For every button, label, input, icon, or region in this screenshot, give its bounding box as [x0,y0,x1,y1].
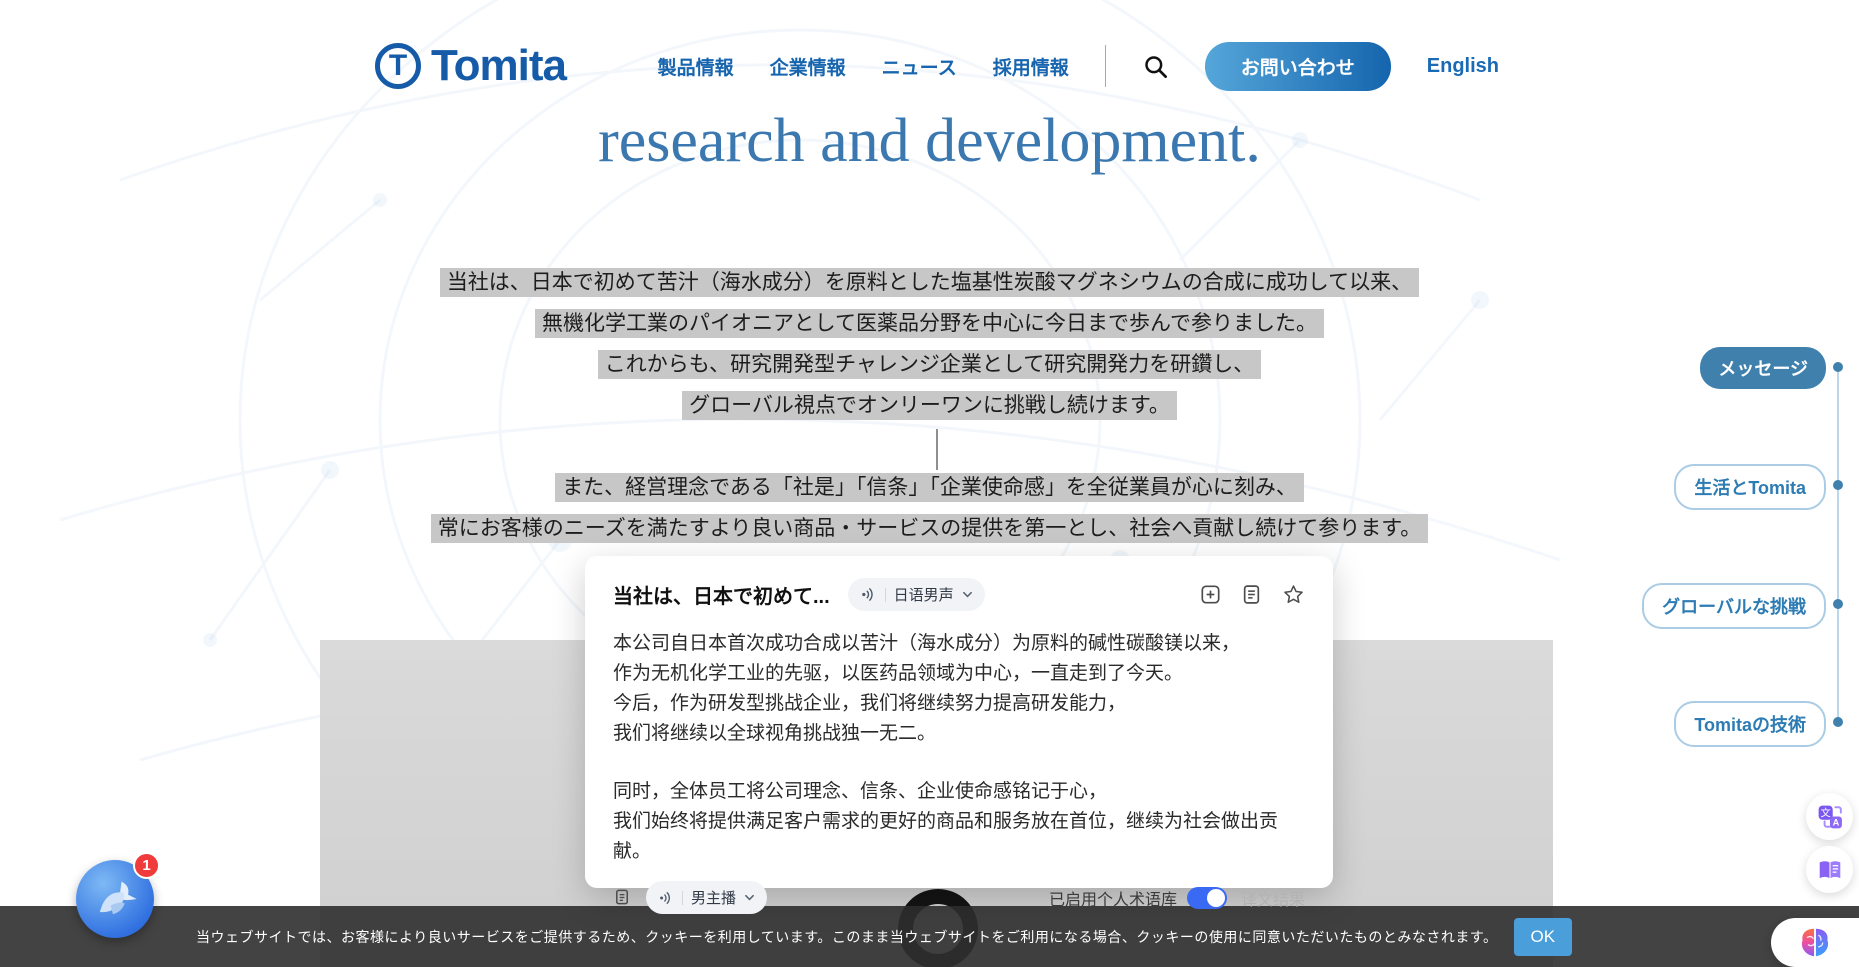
nav-link-company[interactable]: 企業情報 [770,53,846,80]
translate-tool-button[interactable]: 文 A [1806,793,1853,840]
result-label: 译文结果 [1241,886,1305,910]
message-paragraph-1: 当社は、日本で初めて苦汁（海水成分）を原料とした塩基性炭酸マグネシウムの合成に成… [0,262,1859,426]
popup-actions [1200,583,1305,606]
speaker-icon [658,890,674,906]
pill-divider [885,588,886,602]
glossary-toggle[interactable] [1187,887,1227,909]
bird-assistant-widget[interactable]: 1 [76,860,154,938]
logo-wordmark: Tomita [431,41,566,91]
nav-link-careers[interactable]: 採用情報 [993,53,1069,80]
speaker-icon [860,586,877,603]
main-nav: 製品情報 企業情報 ニュース 採用情報 お問い合わせ English [658,42,1499,91]
translation-popup-header: 当社は、日本で初めて... 日语男声 [613,578,1305,611]
translation-popup-footer: 男主播 已启用个人术语库 译文结果 [613,881,1305,914]
translated-text: 本公司自日本首次成功合成以苦汁（海水成分）为原料的碱性碳酸镁以来， 作为无机化学… [613,629,1313,867]
reader-voice-dropdown[interactable]: 男主播 [646,881,767,914]
highlighted-line: グローバル視点でオンリーワンに挑戦し続けます。 [682,391,1177,420]
translated-line: 同时，全体员工将公司理念、信条、企业使命感铭记于心， [613,777,1313,807]
translated-line: 作为无机化学工业的先驱，以医药品领域为中心，一直走到了今天。 [613,659,1313,689]
page-title: research and development. [0,106,1859,177]
highlighted-line: 無機化学工業のパイオニアとして医薬品分野を中心に今日まで歩んで参りました。 [535,309,1324,338]
paragraph-divider [936,429,938,470]
svg-text:A: A [1832,817,1839,827]
source-voice-label: 日语男声 [894,584,954,605]
glossary-status-label: 已启用个人术语库 [1049,886,1177,910]
favorite-star-icon[interactable] [1282,583,1305,606]
popup-title: 当社は、日本で初めて... [613,580,830,609]
copy-document-icon[interactable] [613,888,632,907]
search-icon[interactable] [1142,53,1169,80]
bird-icon [89,873,141,925]
chevron-down-icon [962,591,973,599]
highlighted-line: 当社は、日本で初めて苦汁（海水成分）を原料とした塩基性炭酸マグネシウムの合成に成… [440,268,1419,297]
highlighted-line: 常にお客様のニーズを満たすより良い商品・サービスの提供を第一とし、社会へ貢献し続… [431,514,1428,543]
highlighted-line: また、経営理念である「社是」「信条」「企業使命感」を全従業員が心に刻み、 [555,473,1304,502]
nav-link-news[interactable]: ニュース [882,53,957,80]
section-nav-item-tomita-technology[interactable]: Tomitaの技術 [1674,701,1826,747]
chevron-down-icon [744,894,755,902]
translated-line: 本公司自日本首次成功合成以苦汁（海水成分）为原料的碱性碳酸镁以来， [613,629,1313,659]
translate-icon: 文 A [1817,804,1843,830]
header-divider [1105,45,1106,87]
pill-divider [682,891,683,905]
book-icon [1817,857,1843,883]
section-nav-item-message[interactable]: メッセージ [1700,347,1826,389]
nav-link-products[interactable]: 製品情報 [658,53,734,80]
brain-icon [1796,924,1834,962]
paragraph-gap [613,749,1313,777]
translated-line: 今后，作为研发型挑战企业，我们将继续努力提高研发能力， [613,689,1313,719]
svg-text:文: 文 [1820,806,1830,819]
language-link-english[interactable]: English [1427,55,1499,78]
cookie-banner: 当ウェブサイトでは、お客様により良いサービスをご提供するため、クッキーを利用して… [0,906,1859,967]
tomita-logo[interactable]: T Tomita [375,41,566,91]
reader-voice-label: 男主播 [691,887,736,908]
logo-initial: T [389,51,407,81]
tomita-logo-icon: T [375,43,421,89]
message-paragraph-2: また、経営理念である「社是」「信条」「企業使命感」を全従業員が心に刻み、 常にお… [0,467,1859,549]
highlighted-line: これからも、研究開発型チャレンジ企業として研究開発力を研鑽し、 [598,350,1262,379]
translation-popup: 当社は、日本で初めて... 日语男声 [585,556,1333,888]
cookie-message: 当ウェブサイトでは、お客様により良いサービスをご提供するため、クッキーを利用して… [196,927,1498,947]
cookie-ok-button[interactable]: OK [1514,918,1573,956]
dictionary-tool-button[interactable] [1806,846,1853,893]
ai-assistant-pill[interactable] [1771,918,1859,967]
source-voice-dropdown[interactable]: 日语男声 [848,578,985,611]
translated-line: 我们始终将提供满足客户需求的更好的商品和服务放在首位，继续为社会做出贡献。 [613,807,1313,867]
section-nav-item-life-and-tomita[interactable]: 生活とTomita [1674,464,1826,510]
notification-badge: 1 [133,852,160,879]
page: T Tomita 製品情報 企業情報 ニュース 採用情報 お問い合わせ Engl… [0,0,1859,967]
section-nav-item-global-challenge[interactable]: グローバルな挑戦 [1642,583,1826,629]
translated-line: 我们将继续以全球视角挑战独一无二。 [613,719,1313,749]
add-to-glossary-icon[interactable] [1200,584,1221,605]
site-header: T Tomita 製品情報 企業情報 ニュース 採用情報 お問い合わせ Engl… [375,38,1499,94]
contact-button[interactable]: お問い合わせ [1205,42,1391,91]
transcript-icon[interactable] [1241,584,1262,605]
